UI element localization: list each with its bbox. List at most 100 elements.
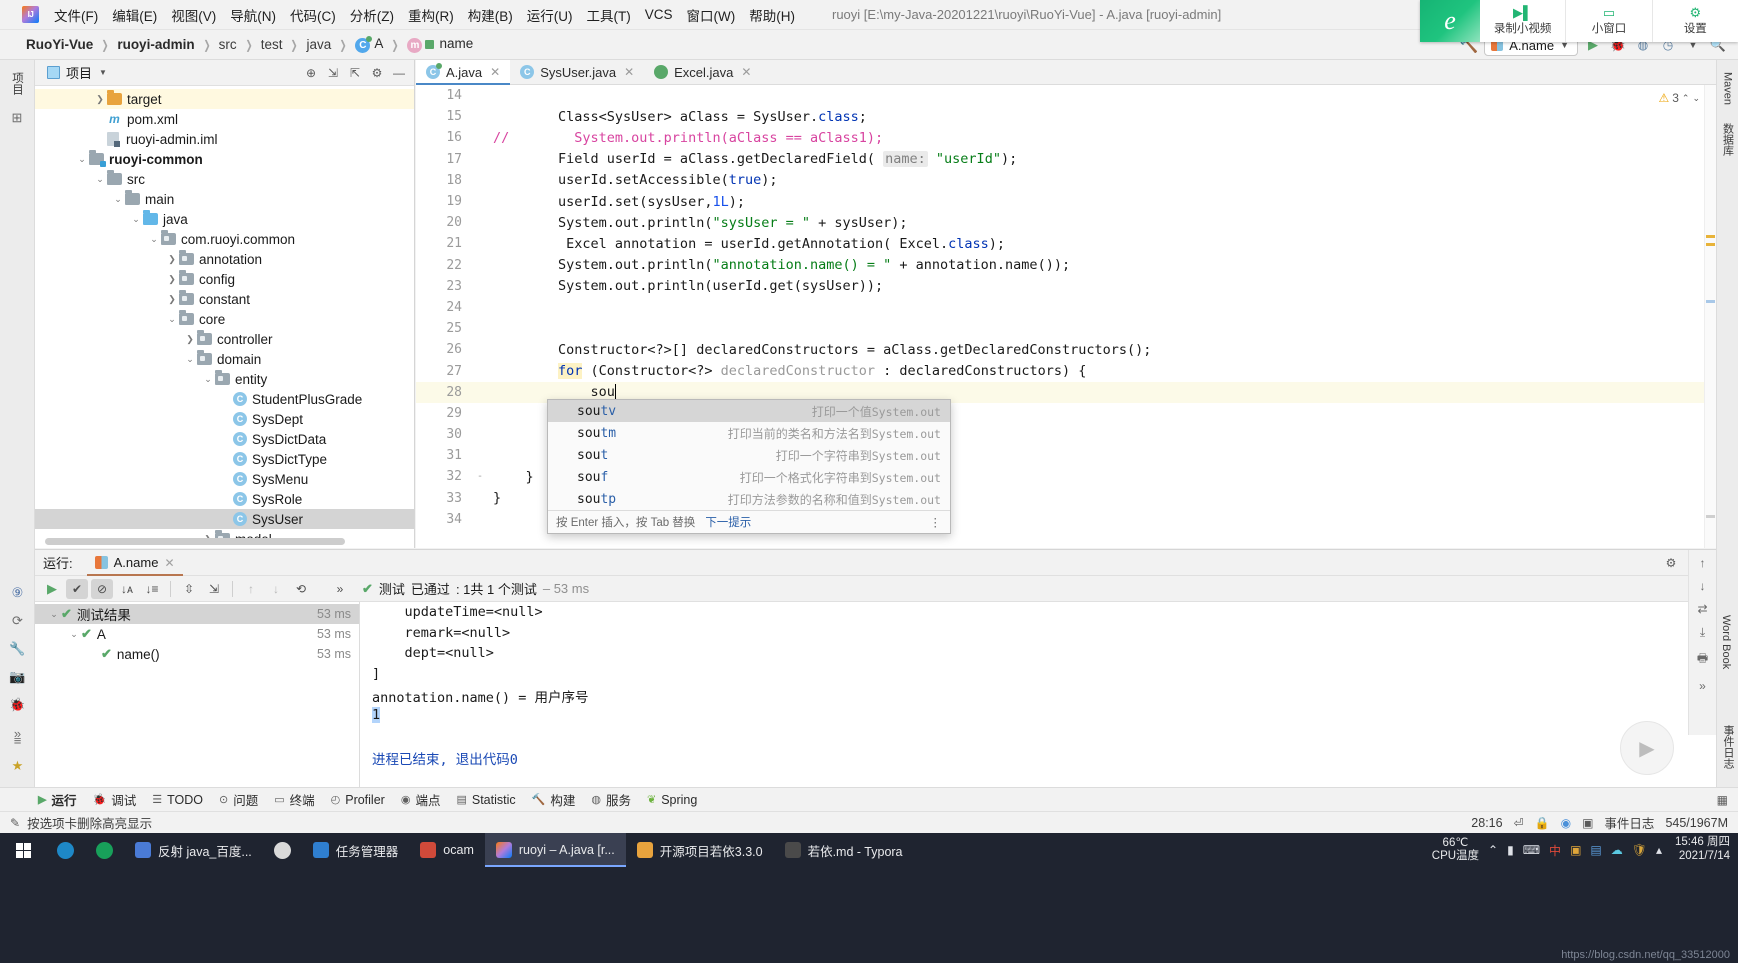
tree-node-main[interactable]: ⌄ main [35,189,414,209]
scroll-down-icon[interactable]: ↓ [1700,579,1706,593]
tree-node-target[interactable]: ❯ target [35,89,414,109]
show-passed-check-icon[interactable]: ✔ [66,579,88,599]
completion-item-soutv[interactable]: soutv 打印一个值System.out [548,400,950,422]
code-line[interactable]: 18 userId.setAccessible(true); [416,170,1716,191]
tree-node-studentplusgrade[interactable]: C StudentPlusGrade [35,389,414,409]
code-line[interactable]: 22 System.out.println("annotation.name()… [416,255,1716,276]
encoding-icon[interactable]: 🔒 [1535,816,1550,830]
gear-icon[interactable]: ⚙ [368,64,386,82]
tree-node-controller[interactable]: ❯ controller [35,329,414,349]
wrench-icon[interactable]: 🔧 [5,638,30,660]
more-icon[interactable]: » [5,722,30,744]
event-log-label[interactable]: 事件日志 [1604,813,1654,832]
code-line[interactable]: 19 userId.set(sysUser,1L); [416,191,1716,212]
close-icon[interactable]: ✕ [490,65,500,79]
tool-window-services[interactable]: ◍ 服务 [591,790,631,809]
tree-node-sysmenu[interactable]: C SysMenu [35,469,414,489]
taskbar-item-typora[interactable]: 若依.md - Typora [774,833,914,867]
taskbar-clock[interactable]: 15:46 周四 2021/7/14 [1671,836,1730,864]
code-line[interactable]: 16 // System.out.println(aClass == aClass… [416,127,1716,148]
taskbar-item-baidu[interactable]: 反射 java_百度... [124,833,263,867]
console-play-overlay-button[interactable]: ▶ [1620,721,1674,775]
menu-build[interactable]: 构建(B) [461,1,520,29]
chevron-down-icon[interactable]: ⌄ [201,374,215,385]
sort-alpha-icon[interactable]: ↓ᴀ [116,579,138,599]
recorder-settings-button[interactable]: ⚙ 设置 [1652,0,1738,42]
bug-icon[interactable]: 🐞 [5,694,30,716]
cpu-temperature-widget[interactable]: 66℃ CPU温度 [1432,837,1479,863]
sidebar-tab-maven[interactable]: Maven [1722,66,1734,111]
gear-icon[interactable]: ⚙ [1662,554,1680,572]
chevron-up-icon[interactable]: ⌃ [1682,93,1690,104]
code-line[interactable]: 27 for (Constructor<?> declaredConstruct… [416,360,1716,381]
tree-node-java[interactable]: ⌄ java [35,209,414,229]
tree-node-annotation[interactable]: ❯ annotation [35,249,414,269]
breadcrumb-item-method[interactable]: m name [403,34,477,55]
close-icon[interactable]: ✕ [741,65,751,79]
tool-window-profiler[interactable]: ◴ Profiler [331,793,385,807]
input-method-icon[interactable]: 中 [1549,842,1561,859]
chevron-up-icon[interactable]: ⌃ [1488,843,1498,857]
sidebar-tab-wordbook[interactable]: Word Book [1720,609,1732,675]
tree-node-ruoyi-common[interactable]: ⌄ ruoyi-common [35,149,414,169]
battery-icon[interactable]: ▮ [1507,843,1514,857]
breadcrumb-item-project[interactable]: RuoYi-Vue [22,35,97,54]
taskbar-item-task-manager[interactable]: 任务管理器 [302,833,410,867]
breadcrumb-item-java[interactable]: java [303,35,336,54]
code-line[interactable]: 20 System.out.println("sysUser = " + sys… [416,212,1716,233]
tree-node-sysuser[interactable]: C SysUser [35,509,414,529]
chevron-down-icon[interactable]: ⌄ [147,234,161,245]
menu-edit[interactable]: 编辑(E) [105,1,164,29]
breadcrumb-item-src[interactable]: src [215,35,241,54]
completion-item-soutp[interactable]: soutp 打印方法参数的名称和值到System.out [548,488,950,510]
menu-analyze[interactable]: 分析(Z) [343,1,401,29]
code-line[interactable]: 25 [416,318,1716,339]
taskbar-item-ie[interactable] [85,833,124,867]
code-line[interactable]: 21  Excel annotation = userId.getAnnot… [416,233,1716,254]
menu-window[interactable]: 窗口(W) [680,1,743,29]
tree-node-constant[interactable]: ❯ constant [35,289,414,309]
tab-a-java[interactable]: C A.java ✕ [416,60,510,84]
chevron-down-icon[interactable]: ⌄ [75,154,89,165]
more-icon[interactable]: ▴ [1656,843,1662,857]
cloud-icon[interactable]: ☁ [1611,843,1623,857]
menu-vcs[interactable]: VCS [638,3,680,26]
taskbar-item-edge[interactable] [46,833,85,867]
tool-window-run[interactable]: ▶ 运行 [38,790,76,809]
line-separator-icon[interactable]: ⏎ [1514,816,1524,830]
completion-item-souf[interactable]: souf 打印一个格式化字符串到System.out [548,466,950,488]
history-icon[interactable]: ⟲ [290,579,312,599]
sidebar-tab-event-log[interactable]: 事件日志 [1720,719,1736,775]
camera-icon[interactable]: 📷 [5,666,30,688]
tab-sysuser-java[interactable]: C SysUser.java ✕ [510,60,644,84]
chevron-right-icon[interactable]: ❯ [93,94,107,105]
memory-indicator[interactable]: 545/1967M [1665,816,1728,830]
chevron-down-icon[interactable]: ⌄ [183,354,197,365]
tool-window-todo[interactable]: ☰ TODO [152,793,203,807]
tree-node-com-ruoyi-common[interactable]: ⌄ com.ruoyi.common [35,229,414,249]
record-video-button[interactable]: ▶▌ 录制小视频 [1480,0,1565,42]
test-tree-row[interactable]: ⌄ ✔ A 53 ms [35,624,359,644]
project-tree[interactable]: ❯ target m pom.xml ruoyi-admin.iml ⌄ ruoyi-com… [35,86,414,549]
collapse-all-icon[interactable]: ⇲ [203,579,225,599]
inspection-marker-strip[interactable] [1704,85,1716,548]
chevron-right-icon[interactable]: ❯ [165,274,179,285]
tool-window-build[interactable]: 🔨 构建 [532,790,576,809]
chevron-down-icon[interactable]: ⌄ [165,314,179,325]
tree-node-core[interactable]: ⌄ core [35,309,414,329]
test-tree-row[interactable]: ✔ name() 53 ms [35,644,359,664]
tree-node-ruoyi-admin-iml[interactable]: ruoyi-admin.iml [35,129,414,149]
layout-icon[interactable]: ▦ [1717,793,1728,807]
tool-window-terminal[interactable]: ▭ 终端 [274,790,314,809]
rerun-icon[interactable]: ⟳ [5,610,30,632]
keyboard-icon[interactable]: ⌨ [1523,843,1540,857]
expand-all-icon[interactable]: ⇳ [178,579,200,599]
tree-node-src[interactable]: ⌄ src [35,169,414,189]
small-window-button[interactable]: ▭ 小窗口 [1565,0,1651,42]
console-line[interactable]: 进程已结束, 退出代码0 [372,748,1716,769]
commit-icon[interactable]: ⊞ [5,107,30,129]
test-tree-row[interactable]: ⌄ ✔ 测试结果 53 ms [35,604,359,624]
breadcrumb-item-test[interactable]: test [257,35,287,54]
inspection-status-widget[interactable]: ⚠ 3 ⌃ ⌄ [1658,91,1700,105]
9-badge-icon[interactable]: ⑨ [5,582,30,604]
